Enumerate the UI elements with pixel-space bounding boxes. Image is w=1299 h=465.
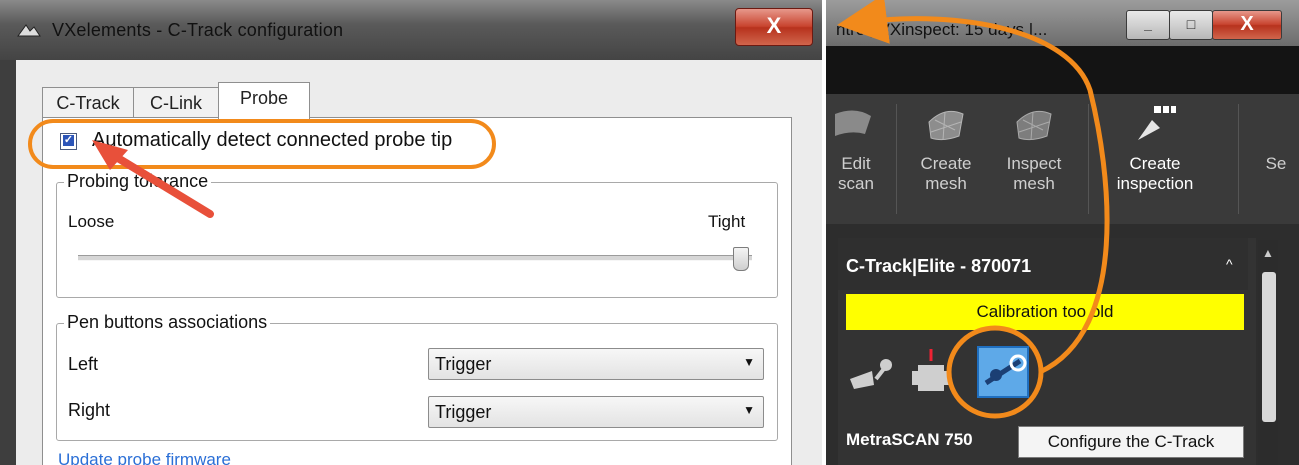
vxelements-main-window: ntrol, VXinspect: 15 days |... _ □ X Edi… xyxy=(822,0,1299,465)
create-inspection-icon xyxy=(1138,106,1176,140)
update-firmware-link[interactable]: Update probe firmware xyxy=(58,450,231,465)
scrollbar-thumb[interactable] xyxy=(1262,272,1276,422)
right-button-select[interactable]: Trigger ▼ xyxy=(428,396,764,428)
collapse-icon[interactable]: ^ xyxy=(1226,256,1233,272)
probing-tolerance-group xyxy=(56,182,778,298)
right-select-value: Trigger xyxy=(435,402,492,422)
create-mesh-label-2: mesh xyxy=(925,174,967,193)
vxelements-app-icon xyxy=(17,24,41,37)
inspect-mesh-icon xyxy=(1016,110,1052,141)
edit-scan-label-1: Edit xyxy=(841,154,871,173)
calibration-status-banner: Calibration too old xyxy=(846,294,1244,330)
tab-clink[interactable]: C-Link xyxy=(133,87,219,118)
right-button-label: Right xyxy=(68,400,111,420)
auto-detect-label[interactable]: Automatically detect connected probe tip xyxy=(92,129,452,152)
ribbon-separator xyxy=(1088,104,1089,214)
create-inspection-button[interactable]: Create inspection xyxy=(1104,100,1206,194)
create-mesh-label-1: Create xyxy=(920,154,972,173)
checkmark-icon: ✓ xyxy=(63,134,74,146)
probing-tolerance-label: Probing tolerance xyxy=(64,171,212,192)
dialog-title: VXelements - C-Track configuration xyxy=(52,20,344,40)
tolerance-min-label: Loose xyxy=(68,212,115,231)
tracker-icon[interactable] xyxy=(912,349,950,391)
ribbon-button-partial[interactable]: Se xyxy=(1256,100,1296,174)
left-select-value: Trigger xyxy=(435,354,492,374)
edit-scan-label-2: scan xyxy=(838,174,874,193)
ribbon-partial-label: Se xyxy=(1265,154,1287,173)
create-inspection-label-2: inspection xyxy=(1116,174,1194,193)
app-title: ntrol, VXinspect: 15 days |... xyxy=(836,20,1048,39)
chevron-down-icon: ▼ xyxy=(743,355,755,369)
create-mesh-icon xyxy=(928,110,964,141)
partial-icon xyxy=(1256,100,1298,148)
ribbon-separator xyxy=(1238,104,1239,214)
menu-bar xyxy=(826,46,1299,94)
left-button-select[interactable]: Trigger ▼ xyxy=(428,348,764,380)
scroll-up-icon[interactable]: ▲ xyxy=(1262,246,1274,260)
chevron-down-icon: ▼ xyxy=(743,403,755,417)
config-dialog: VXelements - C-Track configuration X C-T… xyxy=(0,0,822,465)
edit-scan-button[interactable]: Edit scan xyxy=(834,100,878,194)
inspect-mesh-label-2: mesh xyxy=(1013,174,1055,193)
configure-ctrack-icon[interactable] xyxy=(977,346,1029,398)
edit-scan-icon xyxy=(835,110,871,136)
metrascan-device-title: MetraSCAN 750 xyxy=(846,430,973,449)
tolerance-max-label: Tight xyxy=(708,212,746,231)
inspect-mesh-label-1: Inspect xyxy=(1006,154,1062,173)
create-mesh-button[interactable]: Create mesh xyxy=(906,100,986,194)
tab-probe[interactable]: Probe xyxy=(218,82,310,119)
maximize-button[interactable]: □ xyxy=(1169,10,1213,40)
minimize-button[interactable]: _ xyxy=(1126,10,1170,40)
app-close-button[interactable]: X xyxy=(1212,10,1282,40)
inspect-mesh-button[interactable]: Inspect mesh xyxy=(994,100,1074,194)
tolerance-slider-thumb[interactable] xyxy=(733,247,749,271)
probe-icon[interactable] xyxy=(850,359,892,389)
pen-buttons-label: Pen buttons associations xyxy=(64,312,271,333)
tooltip: Configure the C-Track xyxy=(1018,426,1244,458)
ribbon-separator xyxy=(896,104,897,214)
device-tools-row xyxy=(850,346,1029,398)
create-inspection-label-1: Create xyxy=(1129,154,1181,173)
ctrack-device-title: C-Track|Elite - 870071 xyxy=(846,256,1032,276)
dialog-close-button[interactable]: X xyxy=(735,8,813,46)
tab-ctrack[interactable]: C-Track xyxy=(42,87,134,118)
left-button-label: Left xyxy=(68,354,99,374)
tolerance-slider-track[interactable] xyxy=(78,255,752,261)
